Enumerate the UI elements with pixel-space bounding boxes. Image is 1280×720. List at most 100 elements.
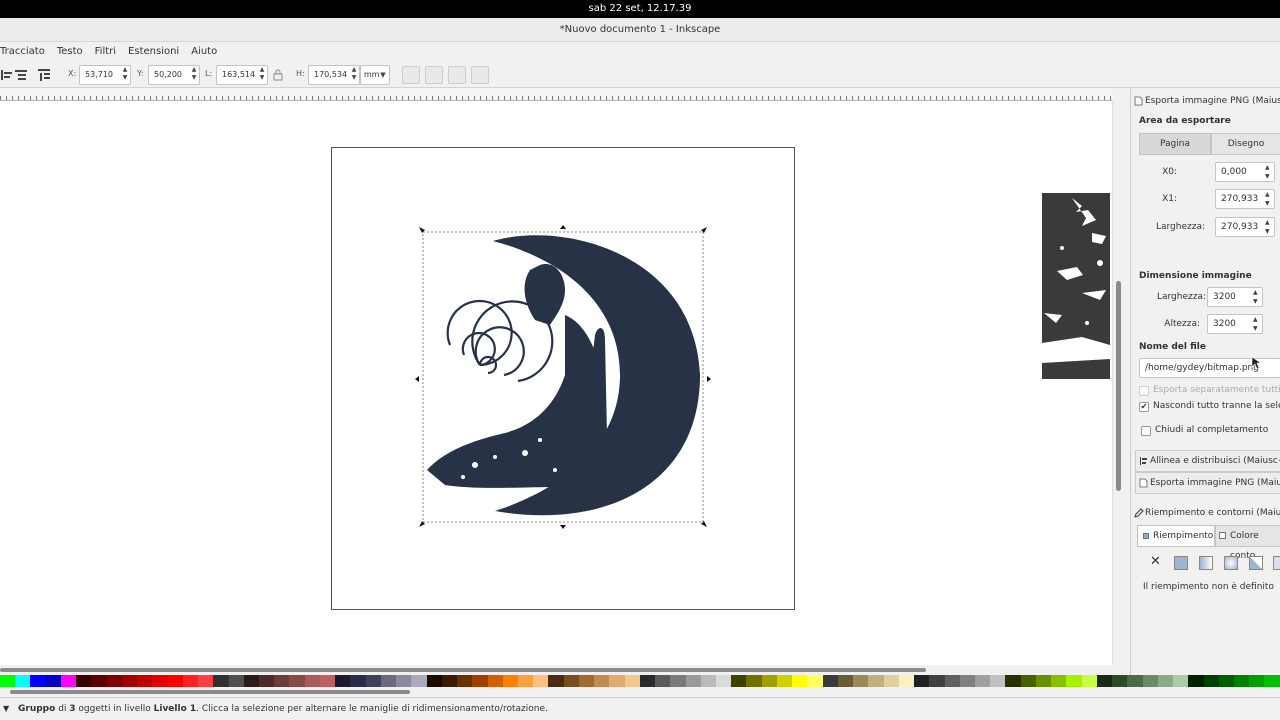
palette-swatch[interactable] xyxy=(731,675,747,687)
spin-arrows-icon[interactable]: ▲ ▼ xyxy=(121,66,129,84)
palette-swatch[interactable] xyxy=(1051,675,1067,687)
palette-swatch[interactable] xyxy=(289,675,305,687)
palette-swatch[interactable] xyxy=(182,675,199,687)
palette-swatch[interactable] xyxy=(60,675,77,687)
palette-swatch[interactable] xyxy=(411,675,427,687)
palette-swatch[interactable] xyxy=(0,675,16,687)
palette-swatch[interactable] xyxy=(152,675,168,687)
palette-swatch[interactable] xyxy=(1127,675,1143,687)
palette-swatch[interactable] xyxy=(1112,675,1128,687)
palette-swatch[interactable] xyxy=(274,675,290,687)
pattern-icon[interactable] xyxy=(1249,556,1263,570)
menu-tracciato[interactable]: Tracciato xyxy=(0,42,45,62)
raise-to-top-icon[interactable] xyxy=(37,68,51,82)
palette-swatch[interactable] xyxy=(578,675,595,687)
palette-swatch[interactable] xyxy=(1142,675,1158,687)
palette-swatch[interactable] xyxy=(319,675,336,687)
x-spinbox[interactable]: 53,710 ▲ ▼ xyxy=(79,65,131,85)
palette-swatch[interactable] xyxy=(776,675,793,687)
palette-swatch[interactable] xyxy=(1233,675,1250,687)
palette-swatch[interactable] xyxy=(944,675,960,687)
palette-swatch[interactable] xyxy=(472,675,488,687)
palette-swatch[interactable] xyxy=(1264,675,1280,687)
spin-arrows-icon[interactable]: ▲ ▼ xyxy=(1253,288,1261,306)
hide-all-checkbox[interactable]: ✔ xyxy=(1139,402,1149,412)
height-spinbox[interactable]: 170,534 ▲ ▼ xyxy=(308,65,360,85)
align-distribute-header[interactable]: Allinea e distribuisci (Maiusc+C xyxy=(1135,450,1280,472)
palette-swatch[interactable] xyxy=(213,675,229,687)
raise-icon[interactable] xyxy=(14,68,28,82)
fill-stroke-header[interactable]: Riempimento e contorni (Maiusc xyxy=(1131,503,1280,523)
palette-swatch[interactable] xyxy=(990,675,1006,687)
palette-swatch[interactable] xyxy=(792,675,808,687)
palette-swatch[interactable] xyxy=(137,675,153,687)
menu-estensioni[interactable]: Estensioni xyxy=(128,42,179,62)
palette-swatch[interactable] xyxy=(45,675,61,687)
palette-swatch[interactable] xyxy=(1096,675,1113,687)
selected-artwork-group[interactable] xyxy=(415,225,711,530)
palette-swatch[interactable] xyxy=(1035,675,1052,687)
tab-page[interactable]: Pagina xyxy=(1139,133,1211,155)
palette-swatch[interactable] xyxy=(30,675,46,687)
width-spinbox[interactable]: 163,514 ▲ ▼ xyxy=(216,65,268,85)
palette-swatch[interactable] xyxy=(975,675,991,687)
x1-field[interactable]: 270,933 ▲ ▼ xyxy=(1215,189,1275,209)
spin-arrows-icon[interactable]: ▲ ▼ xyxy=(350,66,358,84)
palette-swatch[interactable] xyxy=(15,675,31,687)
palette-swatch[interactable] xyxy=(426,675,442,687)
palette-swatch[interactable] xyxy=(258,675,275,687)
palette-swatch[interactable] xyxy=(898,675,915,687)
export-png-collapsed-header[interactable]: Esporta immagine PNG (Maiusc xyxy=(1135,472,1280,494)
tab-drawing[interactable]: Disegno xyxy=(1211,133,1280,155)
palette-swatch[interactable] xyxy=(594,675,610,687)
palette-swatch[interactable] xyxy=(624,675,640,687)
scale-corners-button[interactable] xyxy=(425,66,443,84)
palette-swatch[interactable] xyxy=(304,675,320,687)
palette-swatch[interactable] xyxy=(502,675,518,687)
palette-swatch[interactable] xyxy=(228,675,244,687)
palette-swatch[interactable] xyxy=(1020,675,1036,687)
menu-testo[interactable]: Testo xyxy=(57,42,83,62)
palette-swatch[interactable] xyxy=(396,675,412,687)
align-left-icon[interactable] xyxy=(0,68,14,82)
palette-swatch[interactable] xyxy=(487,675,503,687)
radial-gradient-icon[interactable] xyxy=(1224,556,1238,570)
color-palette[interactable] xyxy=(0,675,1280,689)
palette-swatch[interactable] xyxy=(1203,675,1219,687)
palette-swatch[interactable] xyxy=(106,675,122,687)
palette-swatch[interactable] xyxy=(76,675,92,687)
spin-arrows-icon[interactable]: ▲ ▼ xyxy=(1265,218,1273,236)
palette-swatch[interactable] xyxy=(655,675,671,687)
palette-scrollbar[interactable] xyxy=(0,689,1280,695)
palette-swatch[interactable] xyxy=(198,675,214,687)
palette-swatch[interactable] xyxy=(457,675,473,687)
palette-swatch[interactable] xyxy=(1173,675,1189,687)
y-spinbox[interactable]: 50,200 ▲ ▼ xyxy=(148,65,200,85)
palette-swatch[interactable] xyxy=(533,675,549,687)
spin-arrows-icon[interactable]: ▲ ▼ xyxy=(1253,315,1261,333)
spin-arrows-icon[interactable]: ▲ ▼ xyxy=(1265,190,1273,208)
palette-swatch[interactable] xyxy=(929,675,945,687)
vertical-scroll-thumb[interactable] xyxy=(1116,281,1121,491)
palette-swatch[interactable] xyxy=(1066,675,1082,687)
palette-swatch[interactable] xyxy=(1005,675,1021,687)
palette-swatch[interactable] xyxy=(441,675,458,687)
lock-icon[interactable] xyxy=(273,69,283,81)
scale-stroke-button[interactable] xyxy=(402,66,420,84)
palette-swatch[interactable] xyxy=(1249,675,1265,687)
palette-swatch[interactable] xyxy=(685,675,701,687)
palette-swatch[interactable] xyxy=(121,675,138,687)
palette-swatch[interactable] xyxy=(243,675,259,687)
menu-aiuto[interactable]: Aiuto xyxy=(191,42,217,62)
palette-swatch[interactable] xyxy=(807,675,823,687)
palette-swatch[interactable] xyxy=(959,675,975,687)
palette-swatch[interactable] xyxy=(1218,675,1234,687)
palette-swatch[interactable] xyxy=(609,675,625,687)
flat-color-icon[interactable] xyxy=(1174,556,1188,570)
vertical-scrollbar[interactable] xyxy=(1112,101,1124,676)
area-width-field[interactable]: 270,933 ▲ ▼ xyxy=(1215,217,1275,237)
palette-swatch[interactable] xyxy=(167,675,183,687)
image-width-field[interactable]: 3200 ▲ ▼ xyxy=(1207,287,1263,307)
palette-swatch[interactable] xyxy=(350,675,366,687)
horizontal-scroll-thumb[interactable] xyxy=(0,668,926,672)
